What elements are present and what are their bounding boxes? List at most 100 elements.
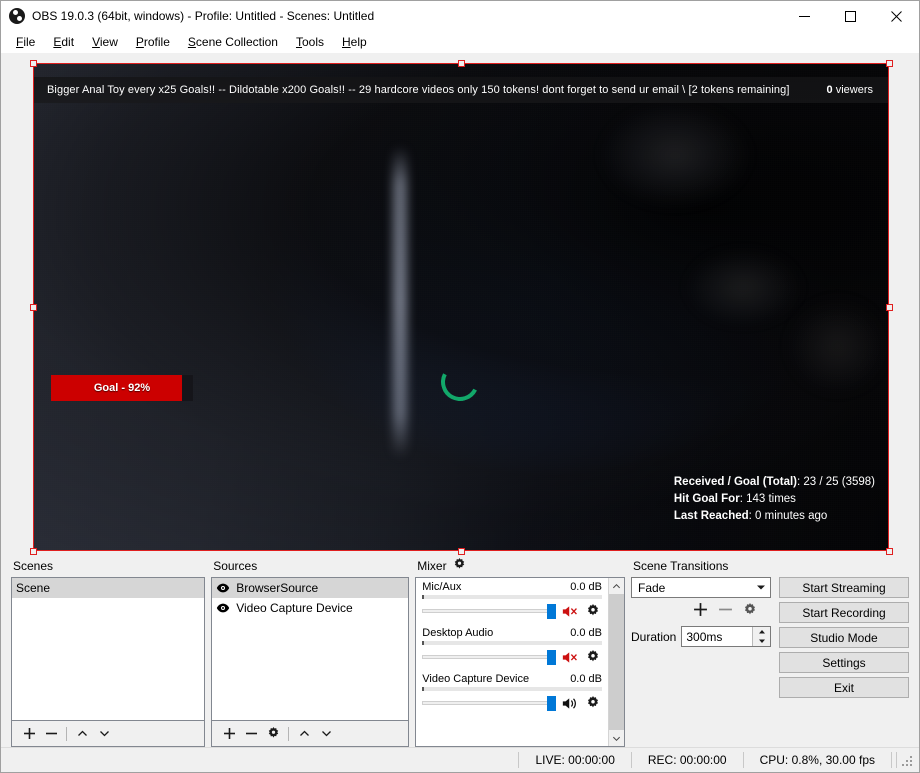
duration-increment-button[interactable] xyxy=(753,627,770,637)
stat-hit-goal-label: Hit Goal For xyxy=(673,493,740,505)
menu-mnemonic: H xyxy=(342,35,351,49)
volume-slider[interactable] xyxy=(422,649,556,665)
volume-slider-track xyxy=(422,701,556,705)
resize-handle-bottom-left[interactable] xyxy=(30,548,37,555)
source-item-label: Video Capture Device xyxy=(236,601,353,615)
start-streaming-button[interactable]: Start Streaming xyxy=(779,577,909,598)
resize-handle-bottom-center[interactable] xyxy=(458,548,465,555)
sources-toolbar xyxy=(211,721,410,747)
remove-transition-button[interactable] xyxy=(718,602,733,620)
scene-transitions-title: Scene Transitions xyxy=(633,559,729,573)
duration-label: Duration xyxy=(631,629,677,644)
menu-item-profile[interactable]: Profile xyxy=(127,33,179,51)
source-list-item-video-capture-device[interactable]: Video Capture Device xyxy=(212,598,408,618)
scene-transitions-dock: Scene Transitions Fade Duration 300ms St… xyxy=(631,557,909,747)
exit-button[interactable]: Exit xyxy=(779,677,909,698)
resize-handle-bottom-right[interactable] xyxy=(886,548,893,555)
eye-icon[interactable] xyxy=(216,601,230,615)
start-recording-button[interactable]: Start Recording xyxy=(779,602,909,623)
move-scene-down-button[interactable] xyxy=(93,723,115,745)
unmute-icon[interactable] xyxy=(561,694,579,712)
volume-meter xyxy=(422,641,602,645)
mixer-channel-header: Desktop Audio 0.0 dB xyxy=(422,627,602,639)
viewer-count-value: 0 xyxy=(826,84,833,96)
scene-list-item[interactable]: Scene xyxy=(12,578,205,598)
eye-icon[interactable] xyxy=(216,581,230,595)
menu-rest: rofile xyxy=(143,35,170,49)
resize-handle-top-left[interactable] xyxy=(30,60,37,67)
sources-list[interactable]: BrowserSource Video Capture Device xyxy=(211,577,410,721)
mixer-channel-controls xyxy=(422,694,602,712)
remove-source-button[interactable] xyxy=(240,723,262,745)
settings-button[interactable]: Settings xyxy=(779,652,909,673)
volume-slider-knob[interactable] xyxy=(547,604,556,619)
scrollbar-thumb[interactable] xyxy=(609,594,624,730)
video-preview[interactable]: Bigger Anal Toy every x25 Goals!! -- Dil… xyxy=(33,63,889,551)
volume-slider[interactable] xyxy=(422,695,556,711)
menu-item-view[interactable]: View xyxy=(83,33,127,51)
add-transition-button[interactable] xyxy=(693,602,708,620)
studio-mode-button[interactable]: Studio Mode xyxy=(779,627,909,648)
source-list-item-browsersource[interactable]: BrowserSource xyxy=(212,578,409,598)
toolbar-separator xyxy=(288,726,290,741)
menu-item-file[interactable]: File xyxy=(7,33,44,51)
move-source-up-button[interactable] xyxy=(293,723,315,745)
volume-slider-knob[interactable] xyxy=(547,696,556,711)
maximize-button[interactable] xyxy=(827,1,873,31)
stat-last-reached-value: 0 minutes ago xyxy=(755,510,828,522)
duration-spinner[interactable]: 300ms xyxy=(681,626,771,647)
channel-gear-icon[interactable] xyxy=(584,694,602,712)
menu-item-scene-collection[interactable]: Scene Collection xyxy=(179,33,287,51)
window-title: OBS 19.0.3 (64bit, windows) - Profile: U… xyxy=(32,9,375,23)
mute-icon[interactable] xyxy=(561,602,579,620)
scenes-list[interactable]: Scene xyxy=(11,577,206,721)
add-source-button[interactable] xyxy=(218,723,240,745)
goal-progress-bar: Goal - 92% xyxy=(51,375,193,401)
status-separator xyxy=(742,752,744,768)
mixer-channel-name: Desktop Audio xyxy=(422,627,494,639)
source-properties-gear-icon[interactable] xyxy=(262,723,284,745)
chevron-down-icon[interactable] xyxy=(756,581,766,595)
resize-grip-icon[interactable] xyxy=(901,753,915,767)
mixer-channel-video-capture-device: Video Capture Device 0.0 dB xyxy=(416,670,608,716)
remove-scene-button[interactable] xyxy=(40,723,62,745)
status-separator xyxy=(896,752,897,768)
volume-slider-knob[interactable] xyxy=(547,650,556,665)
close-button[interactable] xyxy=(873,1,919,31)
spinner-arrows[interactable] xyxy=(752,627,770,646)
duration-decrement-button[interactable] xyxy=(753,637,770,647)
menu-item-edit[interactable]: Edit xyxy=(44,33,83,51)
menu-item-help[interactable]: Help xyxy=(333,33,376,51)
move-source-down-button[interactable] xyxy=(315,723,337,745)
ticker-message: Bigger Anal Toy every x25 Goals!! -- Dil… xyxy=(47,84,790,96)
status-bar: LIVE: 00:00:00 REC: 00:00:00 CPU: 0.8%, … xyxy=(1,747,919,772)
mixer-title: Mixer xyxy=(417,559,447,573)
transitions-body: Fade Duration 300ms Start Streaming Star… xyxy=(631,577,909,747)
transition-properties-gear-icon[interactable] xyxy=(743,602,757,620)
status-separator xyxy=(891,752,892,768)
minimize-button[interactable] xyxy=(781,1,827,31)
scroll-down-button[interactable] xyxy=(609,730,624,746)
transition-select[interactable]: Fade xyxy=(631,577,771,598)
resize-handle-middle-right[interactable] xyxy=(886,304,893,311)
move-scene-up-button[interactable] xyxy=(71,723,93,745)
channel-gear-icon[interactable] xyxy=(584,648,602,666)
resize-handle-top-center[interactable] xyxy=(458,60,465,67)
mute-icon[interactable] xyxy=(561,648,579,666)
resize-handle-middle-left[interactable] xyxy=(30,304,37,311)
volume-slider[interactable] xyxy=(422,603,556,619)
mixer-settings-gear-icon[interactable] xyxy=(453,558,466,574)
volume-slider-track xyxy=(422,655,556,659)
scroll-up-button[interactable] xyxy=(609,578,624,594)
menu-item-tools[interactable]: Tools xyxy=(287,33,333,51)
resize-handle-top-right[interactable] xyxy=(886,60,893,67)
scenes-toolbar xyxy=(11,721,206,747)
stat-received-goal-value: 23 / 25 (3598) xyxy=(803,476,875,488)
channel-gear-icon[interactable] xyxy=(584,602,602,620)
obs-main-window: OBS 19.0.3 (64bit, windows) - Profile: U… xyxy=(0,0,920,773)
preview-canvas[interactable]: Bigger Anal Toy every x25 Goals!! -- Dil… xyxy=(11,60,911,555)
mixer-title-row: Mixer xyxy=(415,557,625,577)
obs-logo-icon xyxy=(9,8,25,24)
add-scene-button[interactable] xyxy=(18,723,40,745)
mixer-scrollbar[interactable] xyxy=(608,578,624,746)
